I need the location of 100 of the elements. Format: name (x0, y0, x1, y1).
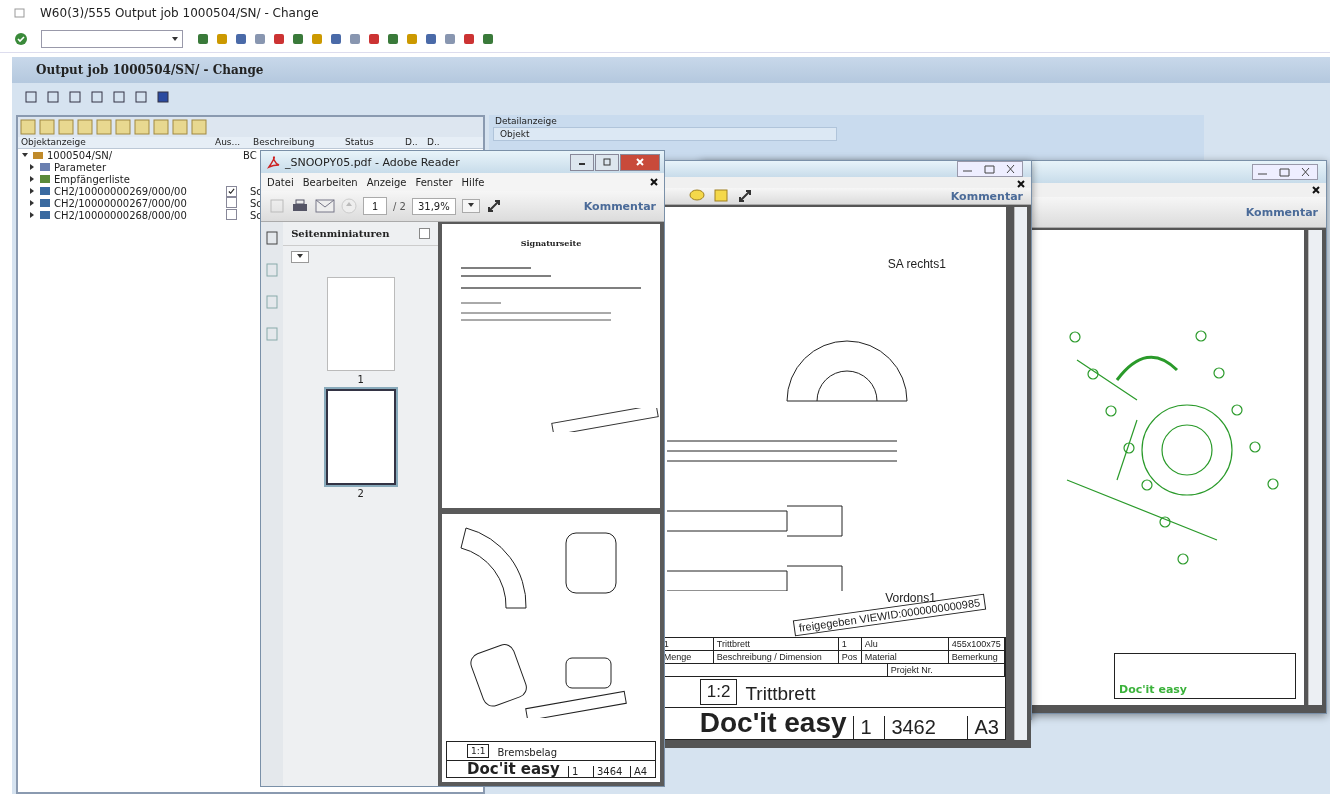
tree-item[interactable]: CH2/10000000269/000/00 (54, 185, 187, 197)
checkbox[interactable] (226, 196, 237, 208)
expand-arrow-icon[interactable] (21, 151, 29, 159)
mail-icon[interactable] (315, 199, 335, 213)
menu-item[interactable]: Bearbeiten (302, 176, 358, 188)
title-block-cell: Projekt Nr. (887, 664, 1005, 676)
screen-title: Output job 1000504/SN/ - Change (12, 57, 1330, 83)
options-button[interactable] (291, 251, 310, 263)
minimize-button[interactable] (570, 153, 594, 171)
sidebar-icon[interactable] (264, 230, 281, 246)
print-icon[interactable] (291, 198, 309, 214)
column-header[interactable]: D.. (405, 137, 427, 148)
version-number: 1 (853, 715, 885, 739)
thumbnail-label: 1 (357, 374, 364, 385)
paper-format: A3 (967, 715, 1005, 739)
title-block-cell: 1 (838, 638, 862, 650)
node-icon (39, 161, 51, 173)
comment-link[interactable]: Kommentar (950, 189, 1023, 203)
tree-item[interactable]: CH2/10000000268/000/00 (54, 209, 187, 221)
menu-item[interactable]: Datei (267, 176, 294, 188)
brand-text: Doc'it easy (698, 708, 848, 739)
close-icon[interactable] (1017, 180, 1025, 188)
expand-arrow-icon[interactable] (28, 211, 36, 219)
toolbar-icon[interactable] (367, 32, 381, 46)
title-block-cell: Pos (838, 651, 862, 663)
title-block-cell: Beschreibung / Dimension (713, 651, 839, 663)
toolbar-icon[interactable] (481, 32, 495, 46)
window-title: _SNOOPY05.pdf - Adobe Reader (285, 155, 460, 169)
toolbar-icon[interactable] (196, 32, 210, 46)
column-header[interactable]: D.. (427, 137, 449, 148)
toolbar-icon[interactable] (272, 32, 286, 46)
drawing-number: 3464 (593, 766, 630, 777)
column-header[interactable]: Objektanzeige (18, 137, 215, 148)
column-header[interactable]: Beschreibung (243, 137, 345, 148)
scrollbar[interactable] (1308, 230, 1322, 705)
window-icon (14, 7, 26, 19)
page-thumbnail[interactable] (326, 277, 395, 371)
checkbox[interactable] (226, 185, 237, 197)
column-header[interactable]: Aus... (215, 137, 243, 148)
brand-text: Doc'it easy (466, 760, 561, 777)
toolbar-icon[interactable] (329, 32, 343, 46)
folder-icon (32, 149, 44, 161)
window-controls[interactable] (1252, 164, 1318, 180)
toolbar-icon[interactable] (291, 32, 305, 46)
close-icon[interactable] (1312, 186, 1320, 194)
title-block-cell: Material (861, 651, 949, 663)
thumbnail-label: 2 (357, 488, 364, 499)
close-button[interactable] (620, 153, 660, 171)
tree-item[interactable]: Empfängerliste (54, 173, 130, 185)
note-icon[interactable] (713, 188, 729, 204)
menu-item[interactable]: Hilfe (461, 176, 485, 188)
menu-item[interactable]: Anzeige (366, 176, 407, 188)
toolbar-icon[interactable] (156, 90, 170, 104)
page-number-field[interactable]: 1 (363, 197, 387, 215)
page-heading: Signaturseite (520, 238, 582, 248)
close-icon (635, 157, 645, 167)
tree-item[interactable]: CH2/10000000267/000/00 (54, 197, 187, 209)
expand-arrow-icon[interactable] (28, 199, 36, 207)
table-cell: BC (243, 149, 257, 161)
scale-text: 1:1 (467, 743, 490, 758)
part-name: Bremsbelag (497, 746, 558, 758)
expand-arrow-icon[interactable] (28, 175, 36, 183)
page-thumbnail[interactable] (325, 389, 396, 485)
scrollbar[interactable] (1013, 207, 1027, 740)
toolbar-icon[interactable] (462, 32, 476, 46)
check-icon[interactable] (14, 32, 28, 46)
panel-title: Seitenminiaturen (291, 228, 390, 239)
collapse-button[interactable] (419, 228, 430, 239)
command-field[interactable] (41, 30, 183, 48)
pdf-icon (267, 155, 281, 169)
expand-arrow-icon[interactable] (28, 163, 36, 171)
caret-icon (466, 201, 475, 209)
column-header[interactable]: Status (345, 137, 405, 148)
scale-text: 1:2 (699, 679, 738, 705)
node-icon (39, 185, 51, 197)
comment-link[interactable]: Kommentar (583, 199, 656, 213)
tab[interactable]: Objekt (493, 127, 837, 141)
expand-icon[interactable] (485, 198, 502, 214)
drawing-number: 3462 (884, 715, 968, 739)
zoom-dropdown-button[interactable] (461, 199, 480, 213)
page-count: / 2 (393, 200, 406, 212)
tree-item[interactable]: Parameter (54, 161, 107, 173)
comment-link[interactable]: Kommentar (1245, 205, 1318, 219)
menu-item[interactable]: Fenster (415, 176, 453, 188)
brand-text: Doc'it easy (1118, 682, 1189, 698)
window-title: W60(3)/555 Output job 1000504/SN/ - Change (40, 6, 319, 20)
toolbar-icon[interactable] (386, 32, 400, 46)
checkbox[interactable] (226, 208, 237, 220)
close-icon[interactable] (650, 178, 658, 186)
expand-arrow-icon[interactable] (28, 187, 36, 195)
title-block-cell: Bemerkung (948, 651, 1005, 663)
toolbar-icon[interactable] (234, 32, 248, 46)
drawing-label: SA rechts1 (887, 257, 946, 271)
title-block-cell: Alu (861, 638, 949, 650)
node-icon (39, 197, 51, 209)
title-block-cell: 455x100x75 (948, 638, 1005, 650)
toolbar-icon[interactable] (424, 32, 438, 46)
tree-item[interactable]: 1000504/SN/ (47, 149, 113, 161)
expand-icon[interactable] (737, 188, 753, 204)
zoom-field[interactable]: 31,9% (411, 197, 456, 215)
